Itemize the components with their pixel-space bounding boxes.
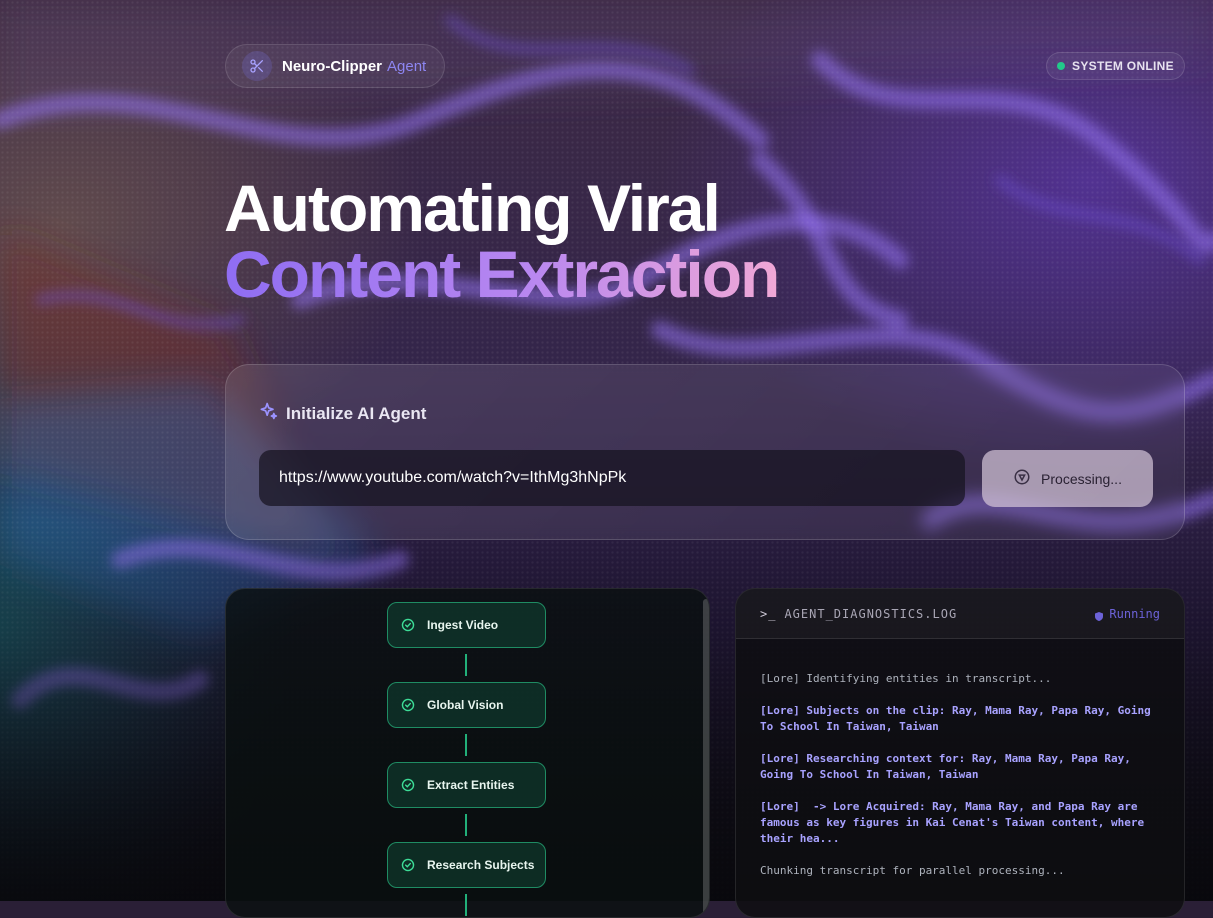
log-status: Running [1095, 607, 1160, 621]
pipeline-step-ingest-video[interactable]: Ingest Video [387, 602, 546, 648]
shield-icon [1013, 468, 1031, 489]
log-header: >_ AGENT_DIAGNOSTICS.LOG Running [736, 589, 1184, 639]
pipeline-scrollbar[interactable] [703, 599, 709, 917]
check-circle-icon [401, 858, 415, 872]
pipeline-step-global-vision[interactable]: Global Vision [387, 682, 546, 728]
scissors-icon [242, 51, 272, 81]
hero-title-line1: Automating Viral [224, 171, 721, 245]
processing-button-label: Processing... [1041, 470, 1122, 487]
pipeline-step-label: Ingest Video [427, 618, 499, 632]
pipeline-panel: Ingest Video Global Vision Extract Entit… [225, 588, 710, 918]
pipeline-step-label: Global Vision [427, 698, 504, 712]
sparkles-icon [258, 401, 278, 426]
check-circle-icon [401, 618, 415, 632]
log-body: [Lore] Identifying entities in transcrip… [736, 639, 1184, 879]
log-line: [Lore] Researching context for: Ray, Mam… [760, 752, 1138, 781]
status-badge: SYSTEM ONLINE [1046, 52, 1185, 80]
init-agent-card: Initialize AI Agent Processing... [225, 364, 1185, 540]
init-title-text: Initialize AI Agent [286, 403, 427, 423]
log-line: [Lore] -> Lore Acquired: Ray, Mama Ray, … [760, 800, 1151, 845]
pipeline-connector [465, 814, 467, 836]
log-line: Chunking transcript for parallel process… [760, 864, 1065, 877]
pipeline-connector [465, 654, 467, 676]
brand-pill[interactable]: Neuro-Clipper Agent [225, 44, 445, 88]
pipeline-connector [465, 734, 467, 756]
check-circle-icon [401, 698, 415, 712]
pipeline-connector [465, 894, 467, 916]
status-dot-icon [1057, 62, 1066, 70]
pipeline-step-label: Research Subjects [427, 858, 535, 872]
terminal-prompt-icon: >_ [760, 606, 777, 621]
status-text: SYSTEM ONLINE [1072, 59, 1174, 73]
brand-name: Neuro-Clipper [282, 57, 383, 75]
hero-heading: Automating Viral Content Extraction [224, 171, 780, 311]
log-status-text: Running [1109, 606, 1160, 621]
pipeline-step-extract-entities[interactable]: Extract Entities [387, 762, 546, 808]
hero-title-line2: Content Extraction [224, 237, 780, 311]
init-card-title: Initialize AI Agent [258, 401, 426, 426]
processing-button[interactable]: Processing... [982, 450, 1153, 507]
log-title: >_ AGENT_DIAGNOSTICS.LOG [760, 607, 957, 621]
brand-suffix: Agent [387, 57, 427, 75]
pipeline-step-label: Extract Entities [427, 778, 515, 792]
diagnostics-log-panel: >_ AGENT_DIAGNOSTICS.LOG Running [Lore] I… [735, 588, 1185, 918]
shield-icon [1095, 610, 1104, 621]
check-circle-icon [401, 778, 415, 792]
log-title-text: AGENT_DIAGNOSTICS.LOG [784, 606, 958, 621]
log-line: [Lore] Subjects on the clip: Ray, Mama R… [760, 704, 1158, 733]
log-line: [Lore] Identifying entities in transcrip… [760, 672, 1052, 685]
video-url-input[interactable] [259, 450, 965, 506]
pipeline-step-research-subjects[interactable]: Research Subjects [387, 842, 546, 888]
